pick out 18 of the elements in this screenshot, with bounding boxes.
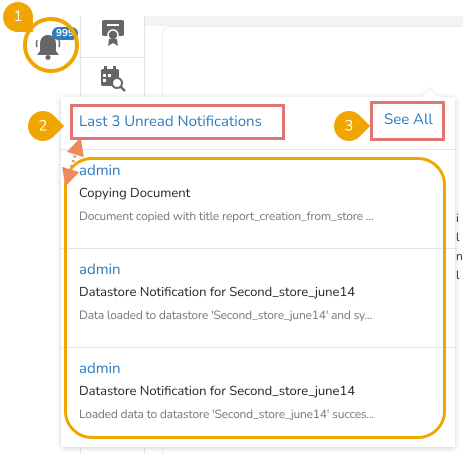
notification-message: Data loaded to datastore 'Second_store_june14' and sy... (79, 307, 372, 325)
notification-title: Datastore Notification for Second_store_june14 (79, 382, 356, 400)
sender-name: admin (79, 162, 121, 180)
notification-message: Document copied with title report_creation_from_store ... (79, 208, 374, 226)
notification-message: Loaded data to datastore 'Second_store_june14' succes... (79, 406, 374, 424)
text-fragment: l (456, 267, 461, 286)
sender-name: admin (79, 360, 121, 378)
notification-title: Copying Document (79, 184, 190, 202)
text-fragment: l (456, 229, 461, 248)
text-fragment: i (456, 210, 460, 229)
notification-title: Datastore Notification for Second_store_june14 (79, 283, 356, 301)
sender-name: admin (79, 261, 121, 279)
popup-title: Last 3 Unread Notifications (79, 110, 262, 134)
see-all-link[interactable]: See All (384, 109, 433, 132)
text-fragment: n (456, 248, 463, 267)
calendar-search-icon[interactable] (100, 66, 126, 92)
step-number-badge: 1 (3, 2, 33, 32)
certificate-icon[interactable] (101, 19, 125, 47)
